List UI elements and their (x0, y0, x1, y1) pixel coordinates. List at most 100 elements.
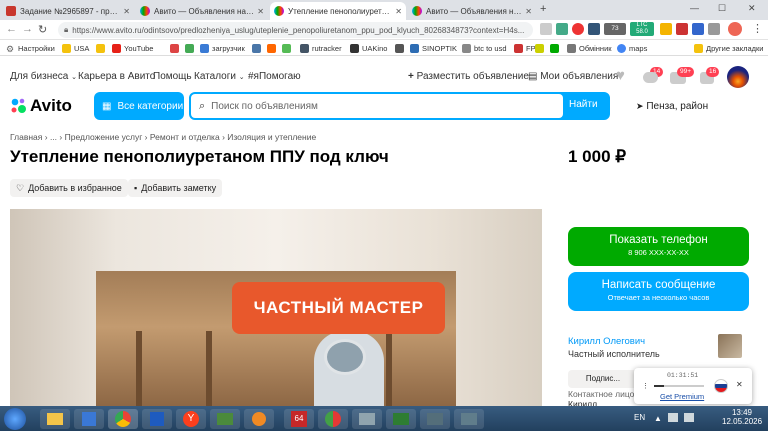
close-icon[interactable]: ✕ (392, 7, 402, 16)
taskbar-yandex[interactable]: Y (176, 409, 206, 429)
bookmark-item[interactable] (550, 42, 562, 54)
volume-icon[interactable] (684, 413, 694, 422)
write-message-button[interactable]: Написать сообщение Отвечает за несколько… (568, 272, 749, 311)
breadcrumb-item[interactable]: ... (50, 132, 57, 142)
taskbar-app[interactable] (420, 409, 450, 429)
taskbar-app[interactable] (352, 409, 382, 429)
minimize-icon[interactable]: — (690, 3, 699, 13)
tray-arrow-icon[interactable]: ▲ (654, 414, 662, 423)
header-link-help[interactable]: Помощь (153, 71, 192, 82)
bookmark-item[interactable]: YouTube (112, 42, 153, 54)
post-ad-link[interactable]: + Разместить объявление (408, 71, 529, 82)
all-categories-button[interactable]: ▦ Все категории (94, 92, 184, 120)
clock[interactable]: 13:49 12.05.2026 (722, 408, 762, 426)
add-note-button[interactable]: ▪ Добавить заметку (128, 179, 223, 197)
header-link-ihelp[interactable]: #яПомогаю (248, 71, 301, 82)
bookmark-item[interactable] (282, 42, 294, 54)
bookmark-item[interactable]: загрузчик (200, 42, 245, 54)
bookmark-item[interactable]: maps (617, 42, 647, 54)
menu-icon[interactable]: ⋮ (752, 22, 763, 35)
browser-tab-active[interactable]: Утепление пенополиуретаном П... ✕ (270, 2, 406, 20)
breadcrumb-item[interactable]: Предложение услуг (65, 132, 143, 142)
breadcrumb-item[interactable]: Ремонт и отделка (150, 132, 220, 142)
seller-avatar[interactable] (718, 334, 742, 358)
subscribe-button[interactable]: Подпис... (568, 370, 638, 388)
show-phone-button[interactable]: Показать телефон 8 906 XXX-XX-XX (568, 227, 749, 266)
bookmark-item[interactable] (252, 42, 264, 54)
favorites-heart-icon[interactable]: ♥ (616, 67, 625, 84)
new-tab-icon[interactable]: + (540, 3, 546, 15)
puzzle-icon[interactable] (708, 23, 720, 35)
extension-counter[interactable]: 73 (604, 23, 626, 35)
taskbar-app[interactable]: 64 (284, 409, 314, 429)
breadcrumb-item[interactable]: Изоляция и утепление (227, 132, 316, 142)
taskbar-explorer[interactable] (40, 409, 70, 429)
extension-icon[interactable] (556, 23, 568, 35)
extension-icon[interactable] (572, 23, 584, 35)
seller-name-link[interactable]: Кирилл Олегович (568, 336, 645, 347)
bookmark-item[interactable]: FP (514, 42, 536, 54)
add-to-favorites-button[interactable]: ♡ Добавить в избранное (10, 179, 128, 197)
extension-icon[interactable] (588, 23, 600, 35)
bookmark-item[interactable]: ⚙ Настройки (6, 42, 55, 54)
bookmark-item[interactable]: UAKino (350, 42, 387, 54)
taskbar-app[interactable] (74, 409, 104, 429)
taskbar-app[interactable] (454, 409, 484, 429)
language-indicator[interactable]: EN (634, 413, 645, 422)
close-window-icon[interactable]: ✕ (748, 3, 756, 14)
extension-icon[interactable] (676, 23, 688, 35)
browser-tab[interactable]: Задание №2965897 - просмотр з... ✕ (2, 2, 134, 20)
bookmark-item[interactable] (185, 42, 197, 54)
notifications-bell-icon[interactable] (643, 72, 658, 83)
bookmark-item[interactable]: rutracker (300, 42, 342, 54)
browser-tab[interactable]: Авито — Объявления на сайте А... ✕ (136, 2, 268, 20)
bookmark-item[interactable]: Обмінник (567, 42, 612, 54)
my-ads-link[interactable]: ▤ Мои объявления (528, 71, 618, 82)
extension-icon[interactable] (692, 23, 704, 35)
taskbar-app[interactable] (318, 409, 348, 429)
back-icon[interactable]: ← (6, 23, 17, 35)
close-icon[interactable]: ✕ (120, 7, 130, 16)
breadcrumb-item[interactable]: Главная (10, 132, 42, 142)
header-link-business[interactable]: Для бизнеса ⌄ (10, 71, 77, 82)
browser-tab[interactable]: Авито — Объявления на сайте А... ✕ (408, 2, 536, 20)
location-selector[interactable]: ➤ Пенза, район (636, 101, 708, 112)
search-input[interactable]: ⌕ Поиск по объявлениям (191, 94, 563, 118)
close-icon[interactable]: ✕ (254, 7, 264, 16)
profile-avatar[interactable] (728, 22, 742, 36)
bookmark-item[interactable] (170, 42, 182, 54)
header-link-catalogs[interactable]: Каталоги ⌄ (194, 71, 245, 82)
more-icon[interactable]: ⋮ (642, 382, 649, 390)
bookmark-item[interactable]: btc to usd (462, 42, 507, 54)
search-submit-button[interactable]: Найти (569, 99, 598, 110)
taskbar-app[interactable] (244, 409, 274, 429)
taskbar-app[interactable] (386, 409, 416, 429)
bookmark-item[interactable] (267, 42, 279, 54)
taskbar-app[interactable] (210, 409, 240, 429)
bookmark-item[interactable] (395, 42, 407, 54)
avito-logo[interactable]: Avito (10, 96, 72, 116)
listing-photo[interactable]: ЧАСТНЫЙ МАСТЕР (10, 209, 542, 406)
maximize-icon[interactable]: ☐ (718, 3, 726, 14)
get-premium-link[interactable]: Get Premium (660, 392, 704, 401)
taskbar-chrome[interactable] (108, 409, 138, 429)
bookmark-item[interactable] (96, 42, 108, 54)
address-bar[interactable]: 🔒︎ https://www.avito.ru/odintsovo/predlo… (58, 22, 533, 38)
bookmark-folder[interactable]: Другие закладки (694, 42, 763, 54)
bookmark-item[interactable]: SINOPTIK (410, 42, 457, 54)
reload-icon[interactable]: ↻ (38, 23, 47, 36)
close-icon[interactable]: ✕ (522, 7, 532, 16)
bookmark-item[interactable]: USA (62, 42, 89, 54)
close-icon[interactable]: ✕ (736, 380, 743, 389)
header-link-career[interactable]: Карьера в Авито (78, 71, 155, 82)
ltc-price-extension[interactable]: LTC 58.0 (630, 22, 654, 36)
bookmark-item[interactable] (535, 42, 547, 54)
user-avatar[interactable] (727, 66, 749, 88)
progress-track[interactable] (654, 385, 704, 387)
network-icon[interactable] (668, 413, 678, 422)
taskbar-app[interactable] (142, 409, 172, 429)
extension-icon[interactable] (660, 23, 672, 35)
extension-icon[interactable] (540, 23, 552, 35)
start-button[interactable] (4, 408, 26, 430)
forward-icon[interactable]: → (22, 23, 33, 35)
